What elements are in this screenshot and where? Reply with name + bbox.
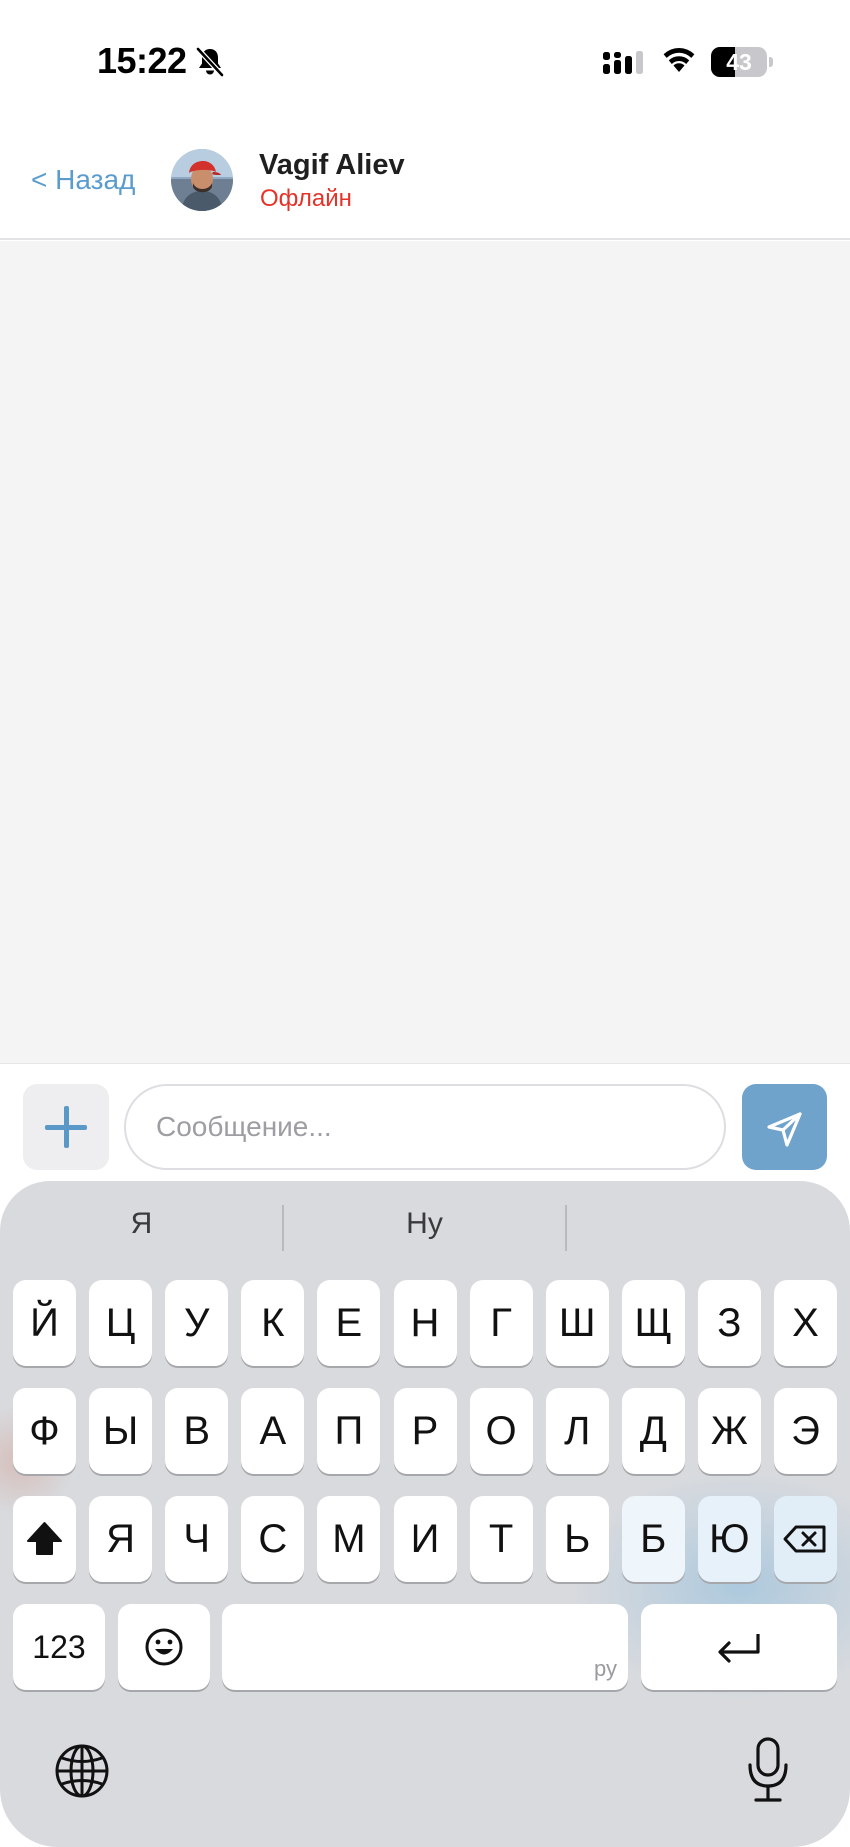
- key-row1-11[interactable]: Х: [774, 1280, 837, 1366]
- avatar-photo: [171, 149, 233, 211]
- key-row1-4[interactable]: К: [241, 1280, 305, 1366]
- return-icon: [718, 1634, 760, 1663]
- key-row3-4[interactable]: М: [317, 1496, 381, 1582]
- battery-body: 43: [711, 47, 767, 77]
- key-row3-5[interactable]: И: [393, 1496, 457, 1582]
- back-button[interactable]: < Назад: [31, 164, 135, 196]
- bell-slash-icon: [196, 47, 224, 77]
- key-row3-2[interactable]: Ч: [165, 1496, 229, 1582]
- emoji-key[interactable]: [118, 1604, 210, 1690]
- battery-icon: 43: [711, 47, 773, 77]
- contact-status: Офлайн: [260, 185, 352, 212]
- suggestion-bar: Я Ну: [0, 1181, 850, 1273]
- battery-tip: [769, 57, 773, 67]
- key-row2-5[interactable]: П: [317, 1388, 381, 1474]
- key-row1-3[interactable]: У: [165, 1280, 229, 1366]
- key-row2-2[interactable]: Ы: [89, 1388, 153, 1474]
- key-row1-8[interactable]: Ш: [545, 1280, 609, 1366]
- key-row2-9[interactable]: Д: [621, 1388, 685, 1474]
- wifi-icon: [663, 48, 695, 72]
- backspace-key[interactable]: [774, 1496, 837, 1582]
- key-row3-6[interactable]: Т: [469, 1496, 533, 1582]
- status-time: 15:22: [97, 40, 187, 81]
- key-row3-8[interactable]: Б: [621, 1496, 685, 1582]
- key-row3-9[interactable]: Ю: [697, 1496, 761, 1582]
- backspace-icon: [783, 1525, 826, 1553]
- suggestion-divider: [565, 1205, 567, 1251]
- key-row3-7[interactable]: Ь: [545, 1496, 609, 1582]
- signal-icon: [603, 51, 643, 74]
- key-row2-7[interactable]: О: [469, 1388, 533, 1474]
- suggestion-1[interactable]: Я: [0, 1207, 283, 1241]
- key-row1-9[interactable]: Щ: [621, 1280, 685, 1366]
- plus-icon: [45, 1106, 87, 1148]
- key-row1-7[interactable]: Г: [469, 1280, 533, 1366]
- keyboard: Я Ну 123 ру Й Ц У К Е Н Г Ш Щ З Х Ф Ы В …: [0, 1181, 850, 1847]
- avatar[interactable]: [171, 149, 233, 211]
- key-row2-1[interactable]: Ф: [13, 1388, 76, 1474]
- key-row2-8[interactable]: Л: [545, 1388, 609, 1474]
- suggestion-2[interactable]: Ну: [283, 1207, 566, 1241]
- key-row1-2[interactable]: Ц: [89, 1280, 153, 1366]
- key-row2-4[interactable]: А: [241, 1388, 305, 1474]
- space-key[interactable]: ру: [222, 1604, 628, 1690]
- status-bar: 15:22 43: [0, 0, 850, 125]
- return-key[interactable]: [641, 1604, 837, 1690]
- battery-level: 43: [726, 49, 752, 75]
- key-row2-11[interactable]: Э: [774, 1388, 837, 1474]
- key-row1-10[interactable]: З: [697, 1280, 761, 1366]
- shift-icon: [27, 1522, 62, 1555]
- key-row2-3[interactable]: В: [165, 1388, 229, 1474]
- key-row2-10[interactable]: Ж: [697, 1388, 761, 1474]
- key-row1-1[interactable]: Й: [13, 1280, 76, 1366]
- emoji-icon: [145, 1628, 183, 1666]
- contact-name: Vagif Aliev: [259, 149, 405, 181]
- message-composer: [0, 1064, 850, 1184]
- send-button[interactable]: [742, 1084, 827, 1170]
- send-icon: [767, 1112, 802, 1147]
- shift-key[interactable]: [13, 1496, 76, 1582]
- globe-icon[interactable]: [52, 1741, 112, 1801]
- space-language: ру: [594, 1656, 617, 1681]
- microphone-icon[interactable]: [744, 1736, 792, 1804]
- key-row2-6[interactable]: Р: [393, 1388, 457, 1474]
- numbers-key[interactable]: 123: [13, 1604, 105, 1690]
- key-row1-5[interactable]: Е: [317, 1280, 381, 1366]
- key-row3-3[interactable]: С: [241, 1496, 305, 1582]
- messages-area[interactable]: [0, 241, 850, 1064]
- message-input[interactable]: [124, 1084, 726, 1170]
- key-row1-6[interactable]: Н: [393, 1280, 457, 1366]
- attach-button[interactable]: [23, 1084, 109, 1170]
- key-row3-1[interactable]: Я: [89, 1496, 153, 1582]
- chat-header: < Назад Vagif Aliev Офлайн: [0, 125, 850, 240]
